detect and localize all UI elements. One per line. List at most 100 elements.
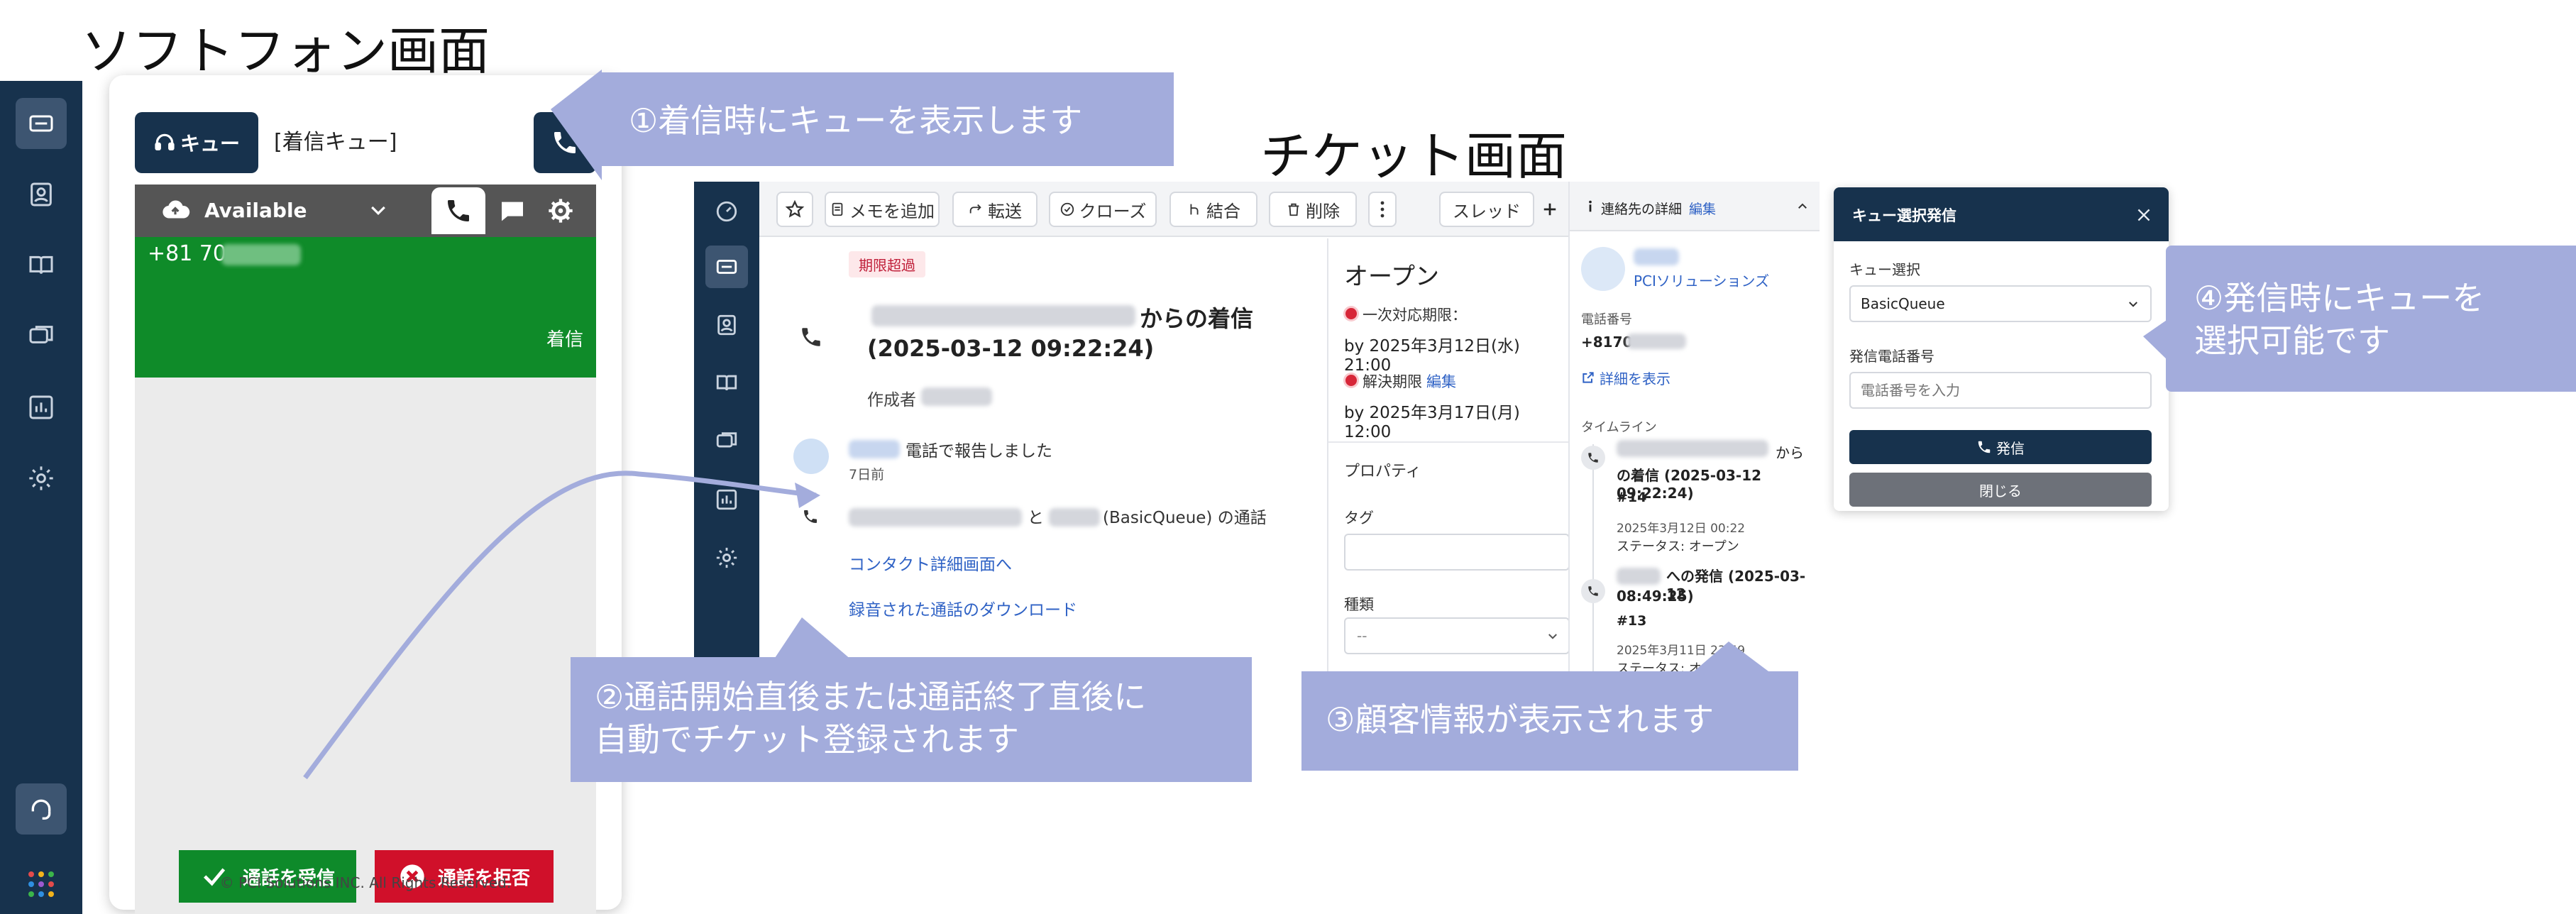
dial-number-input[interactable] (1849, 372, 2152, 409)
call-party-masked (849, 508, 1022, 527)
softphone-heading: ソフトフォン画面 (81, 21, 490, 81)
knowledge-book-icon[interactable] (705, 362, 748, 404)
phone-tab[interactable] (431, 187, 485, 234)
creator-masked (921, 387, 992, 406)
cloud-upload-icon (163, 200, 190, 219)
app-grid-icon[interactable] (27, 870, 55, 898)
plus-icon (1543, 203, 1556, 216)
contact-detail-link[interactable]: コンタクト詳細画面へ (849, 551, 1012, 575)
kind-select[interactable]: -- (1344, 617, 1570, 654)
chat-icon[interactable] (705, 420, 748, 463)
thread-button[interactable]: スレッド (1439, 192, 1534, 227)
queue-select-dropdown[interactable]: BasicQueue (1849, 285, 2152, 322)
thread-label: スレッド (1453, 201, 1521, 221)
queue-select-label: キュー選択 (1849, 261, 1920, 278)
more-options-button[interactable] (1368, 192, 1397, 227)
status-dropdown[interactable]: Available (204, 185, 307, 237)
chat-icon[interactable] (16, 311, 67, 362)
merge-label: 結合 (1206, 201, 1240, 221)
softphone-body: 通話を受信 通話を拒否 (135, 378, 596, 914)
settings-gear-icon[interactable] (546, 197, 575, 225)
timeline-item-2-masked (1617, 568, 1661, 585)
ticket-heading: チケット画面 (1260, 126, 1568, 186)
call-log-icon (804, 510, 817, 523)
chevron-up-icon[interactable] (1795, 200, 1810, 213)
dashboard-gauge-icon[interactable] (705, 190, 748, 233)
dial-number-label: 発信電話番号 (1849, 348, 1934, 365)
phone-report-text: 電話で報告しました (906, 442, 1052, 461)
call-connector: と (1028, 509, 1044, 527)
contact-edit-link[interactable]: 編集 (1689, 199, 1716, 218)
reporter-masked (849, 440, 900, 458)
resolve-deadline-edit-link[interactable]: 編集 (1426, 370, 1456, 392)
settings-gear-icon[interactable] (16, 453, 67, 504)
kind-label: 種類 (1344, 596, 1374, 613)
queue-button-label: キュー (180, 132, 240, 155)
timeline-item-2-icon (1581, 579, 1605, 603)
report-icon[interactable] (705, 478, 748, 521)
queue-select-value: BasicQueue (1861, 295, 1945, 312)
add-button[interactable] (1534, 192, 1565, 227)
kind-select-value: -- (1357, 627, 1367, 644)
contact-name-masked (1634, 248, 1679, 265)
report-icon[interactable] (16, 382, 67, 433)
callout-3-pointer (1689, 642, 1774, 676)
callout-4-line-2: 選択可能です (2194, 321, 2390, 360)
contact-details-link[interactable]: 詳細を表示 (1600, 368, 1670, 388)
phone-icon (1588, 586, 1598, 596)
add-memo-button[interactable]: メモを追加 (825, 192, 940, 227)
knowledge-book-icon[interactable] (16, 240, 67, 291)
callout-4: ④発信時にキューを 選択可能です (2166, 246, 2576, 392)
callout-2: ②通話開始直後または通話終了直後に 自動でチケット登録されます (571, 657, 1252, 782)
contact-details-title: 連絡先の詳細 (1601, 202, 1683, 217)
ticket-icon[interactable] (705, 246, 748, 288)
resolve-deadline-label: 解決期限 (1363, 373, 1422, 390)
phone-icon (802, 328, 820, 346)
call-queue-text: (BasicQueue) の通話 (1103, 509, 1267, 527)
callout-2-pointer (774, 617, 852, 660)
status-bar: Available (135, 185, 596, 237)
timeline-item-1-masked (1617, 440, 1768, 457)
queue-dial-label: 発信 (1996, 439, 2025, 457)
chevron-down-icon[interactable] (366, 200, 390, 221)
tag-input[interactable] (1344, 534, 1570, 571)
queue-dial-button[interactable]: 発信 (1849, 430, 2152, 464)
phone-icon (448, 200, 469, 221)
contact-icon[interactable] (705, 304, 748, 346)
callout-1-text: ①着信時にキューを表示します (629, 101, 1083, 140)
call-datetime: (2025-03-12 09:22:24) (867, 335, 1155, 362)
timeline-item-2-id: #13 (1617, 613, 1647, 629)
phone-icon (1978, 441, 1991, 453)
delete-button[interactable]: 削除 (1269, 192, 1357, 227)
chat-bubble-icon[interactable] (498, 197, 527, 226)
timeline-line (1592, 444, 1594, 671)
timeline-item-1-id: #14 (1617, 490, 1647, 505)
contact-icon[interactable] (16, 169, 67, 220)
trash-icon (1288, 203, 1299, 216)
resolve-deadline-dot (1345, 375, 1357, 386)
transfer-label: 転送 (988, 201, 1022, 221)
queue-dialog-header: キュー選択発信 (1834, 187, 2169, 241)
merge-button[interactable]: 結合 (1169, 192, 1257, 227)
ticket-properties-panel: オープン 一次対応期限： by 2025年3月12日(水) 21:00 解決期限… (1327, 238, 1570, 707)
close-icon[interactable] (2135, 206, 2153, 224)
close-ticket-button[interactable]: クローズ (1049, 192, 1157, 227)
resolve-deadline-value: by 2025年3月17日(月) 12:00 (1344, 404, 1520, 441)
queue-button[interactable]: キュー (135, 112, 258, 173)
star-button[interactable] (776, 192, 813, 227)
merge-icon (1190, 204, 1199, 215)
callout-2-line-1: ②通話開始直後または通話終了直後に (595, 678, 1147, 716)
timeline-item-1-text-a: から (1776, 444, 1804, 461)
settings-gear-icon[interactable] (705, 536, 748, 579)
ticket-status: オープン (1344, 263, 1439, 291)
transfer-button[interactable]: 転送 (952, 192, 1037, 227)
app-sidebar (0, 81, 82, 914)
properties-divider (1328, 441, 1570, 443)
agent-masked (1049, 508, 1100, 527)
incoming-label: 着信 (546, 329, 583, 351)
ticket-icon[interactable] (16, 98, 67, 149)
contact-company-link[interactable]: PCIソリューションズ (1634, 270, 1769, 290)
recording-download-link[interactable]: 録音された通話のダウンロード (849, 596, 1077, 620)
headset-icon[interactable] (16, 783, 67, 835)
queue-dialog-close-button[interactable]: 閉じる (1849, 473, 2152, 507)
